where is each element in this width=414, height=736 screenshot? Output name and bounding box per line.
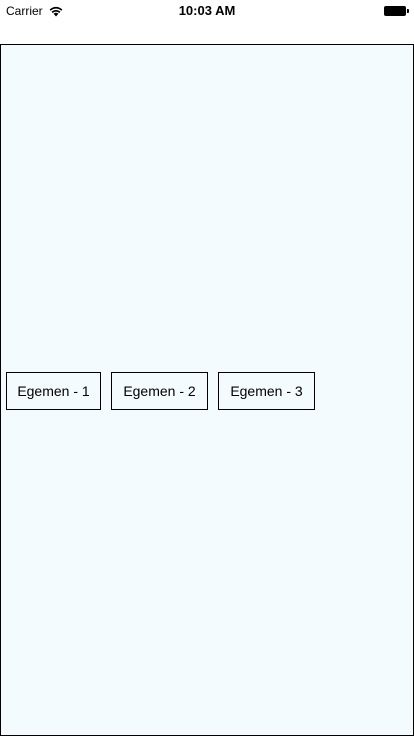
egemen-1-button[interactable]: Egemen - 1 xyxy=(6,372,101,410)
egemen-2-button[interactable]: Egemen - 2 xyxy=(111,372,208,410)
clock: 10:03 AM xyxy=(178,3,236,18)
battery-icon xyxy=(384,6,409,16)
egemen-3-button[interactable]: Egemen - 3 xyxy=(218,372,315,410)
status-bar: Carrier 10:03 AM xyxy=(0,0,414,22)
main-content: Egemen - 1 Egemen - 2 Egemen - 3 xyxy=(0,44,414,736)
